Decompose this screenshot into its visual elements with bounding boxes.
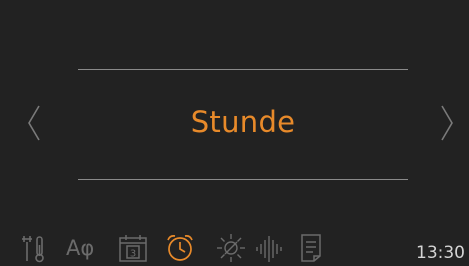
sound-button[interactable]	[255, 233, 285, 263]
chevron-left-icon	[28, 105, 40, 141]
brightness-button[interactable]	[216, 233, 246, 263]
calendar-day-number: 3	[130, 249, 136, 260]
alarm-clock-button[interactable]	[165, 233, 195, 263]
previous-arrow-button[interactable]	[25, 104, 43, 142]
current-time: 13:30	[416, 243, 465, 263]
next-arrow-button[interactable]	[438, 104, 456, 142]
sound-wave-icon	[256, 236, 282, 262]
calendar-icon: 3	[119, 235, 147, 262]
language-icon: Aφ	[66, 236, 95, 260]
alarm-clock-icon	[167, 234, 193, 261]
tools-icon	[22, 236, 44, 263]
document-icon	[301, 234, 321, 262]
chevron-right-icon	[441, 105, 453, 141]
tools-button[interactable]	[20, 233, 48, 263]
top-divider	[78, 69, 408, 70]
selected-setting-value: Stunde	[190, 105, 296, 139]
language-button[interactable]: Aφ	[66, 236, 94, 260]
bottom-divider	[78, 179, 408, 180]
brightness-icon	[217, 234, 245, 262]
bottom-toolbar: Aφ 3 13:30	[0, 228, 469, 266]
calendar-button[interactable]: 3	[118, 233, 148, 263]
document-button[interactable]	[300, 233, 324, 263]
device-screen: Stunde Aφ 3 13:30	[0, 0, 469, 266]
